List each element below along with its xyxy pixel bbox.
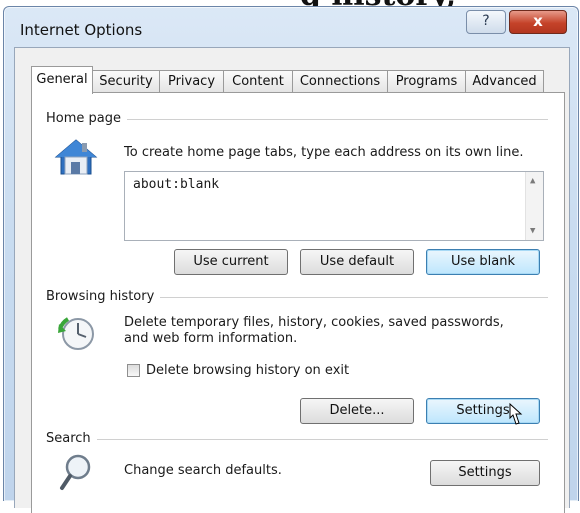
tab-privacy[interactable]: Privacy: [159, 70, 224, 93]
browsing-history-description-line1: Delete temporary files, history, cookies…: [124, 315, 504, 330]
search-description: Change search defaults.: [124, 463, 282, 478]
delete-on-exit-label[interactable]: Delete browsing history on exit: [146, 363, 349, 379]
house-icon: [54, 139, 98, 175]
history-clock-icon: [58, 317, 94, 350]
use-default-button[interactable]: Use default: [300, 249, 414, 275]
search-group-label: Search: [46, 431, 97, 446]
tab-connections[interactable]: Connections: [292, 70, 388, 93]
tab-advanced[interactable]: Advanced: [465, 70, 544, 93]
browsing-history-group-label: Browsing history: [46, 289, 161, 304]
internet-options-window: Internet Options ? x General Security Pr…: [3, 6, 579, 513]
mouse-pointer-icon: [509, 402, 523, 425]
close-button[interactable]: x: [509, 10, 567, 34]
general-tab-panel: Home page To create home page tabs, type…: [31, 92, 565, 513]
help-button[interactable]: ?: [466, 10, 506, 34]
tab-security[interactable]: Security: [92, 70, 160, 93]
use-current-button[interactable]: Use current: [174, 249, 288, 275]
title-bar[interactable]: Internet Options ? x: [4, 7, 578, 47]
delete-on-exit-checkbox[interactable]: [127, 364, 140, 377]
home-page-url-value: about:blank: [133, 177, 220, 192]
tab-general[interactable]: General: [31, 66, 93, 94]
browsing-history-description-line2: and web form information.: [124, 331, 298, 346]
use-blank-button[interactable]: Use blank: [426, 249, 540, 275]
scroll-up-icon[interactable]: ▲: [530, 176, 535, 186]
search-divider: [48, 439, 548, 440]
tab-content[interactable]: Content: [223, 70, 293, 93]
window-title: Internet Options: [20, 21, 143, 39]
scroll-down-icon[interactable]: ▼: [530, 226, 535, 236]
search-settings-button[interactable]: Settings: [430, 460, 540, 486]
magnifier-icon: [60, 454, 91, 490]
tab-programs[interactable]: Programs: [387, 70, 466, 93]
home-page-description: To create home page tabs, type each addr…: [124, 145, 524, 160]
home-page-group-label: Home page: [46, 111, 127, 126]
delete-button[interactable]: Delete...: [300, 398, 414, 424]
url-scrollbar[interactable]: ▲ ▼: [525, 172, 543, 240]
dialog-body: General Security Privacy Content Connect…: [14, 47, 570, 513]
home-page-url-input[interactable]: about:blank ▲ ▼: [124, 171, 544, 241]
